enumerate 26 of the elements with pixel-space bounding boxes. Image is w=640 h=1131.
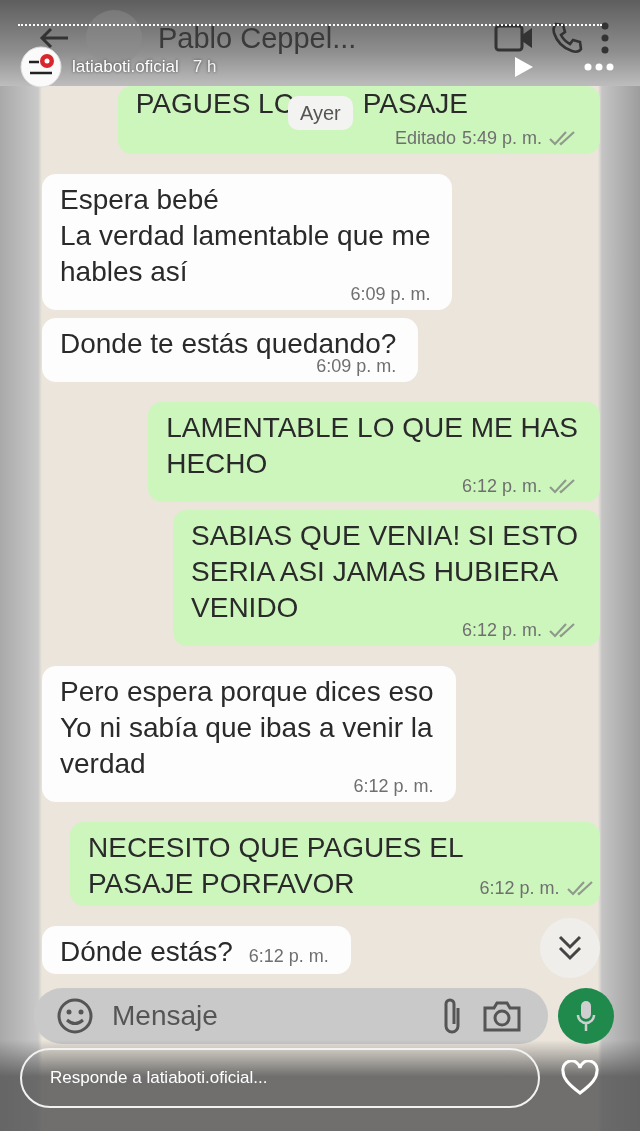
- phone-icon[interactable]: [550, 21, 584, 55]
- message-time: 6:12 p. m.: [248, 945, 329, 968]
- mic-button[interactable]: [558, 988, 614, 1044]
- more-options-icon[interactable]: [584, 63, 614, 71]
- camera-icon[interactable]: [482, 999, 522, 1033]
- play-icon[interactable]: [512, 55, 534, 79]
- message-text: Dónde estás?: [60, 935, 233, 969]
- back-arrow-icon[interactable]: [38, 26, 70, 50]
- message-time: 6:12 p. m.: [479, 877, 560, 900]
- message-text: NECESITO QUE PAGUES EL PASAJE PORFAVOR: [88, 831, 464, 901]
- double-chevron-down-icon: [557, 934, 583, 962]
- microphone-icon: [576, 999, 596, 1033]
- message-text: PASAJE: [362, 87, 468, 121]
- message-time: 5:49 p. m.: [461, 127, 542, 150]
- edited-label: Editado: [394, 127, 456, 150]
- contact-name[interactable]: Pablo Ceppel...: [158, 21, 357, 55]
- heart-icon[interactable]: [560, 1060, 600, 1096]
- message-text: Donde te estás quedando?: [60, 328, 397, 359]
- profile-logo-icon[interactable]: [20, 46, 62, 88]
- emoji-icon[interactable]: [56, 997, 94, 1035]
- message-time: 6:09 p. m.: [316, 356, 397, 378]
- video-call-icon[interactable]: [494, 23, 534, 53]
- more-options-icon[interactable]: [600, 21, 610, 55]
- story-time: 7 h: [192, 57, 217, 77]
- story-username[interactable]: latiaboti.oficial: [72, 57, 179, 77]
- reply-field[interactable]: Responde a latiaboti.oficial...: [20, 1048, 540, 1108]
